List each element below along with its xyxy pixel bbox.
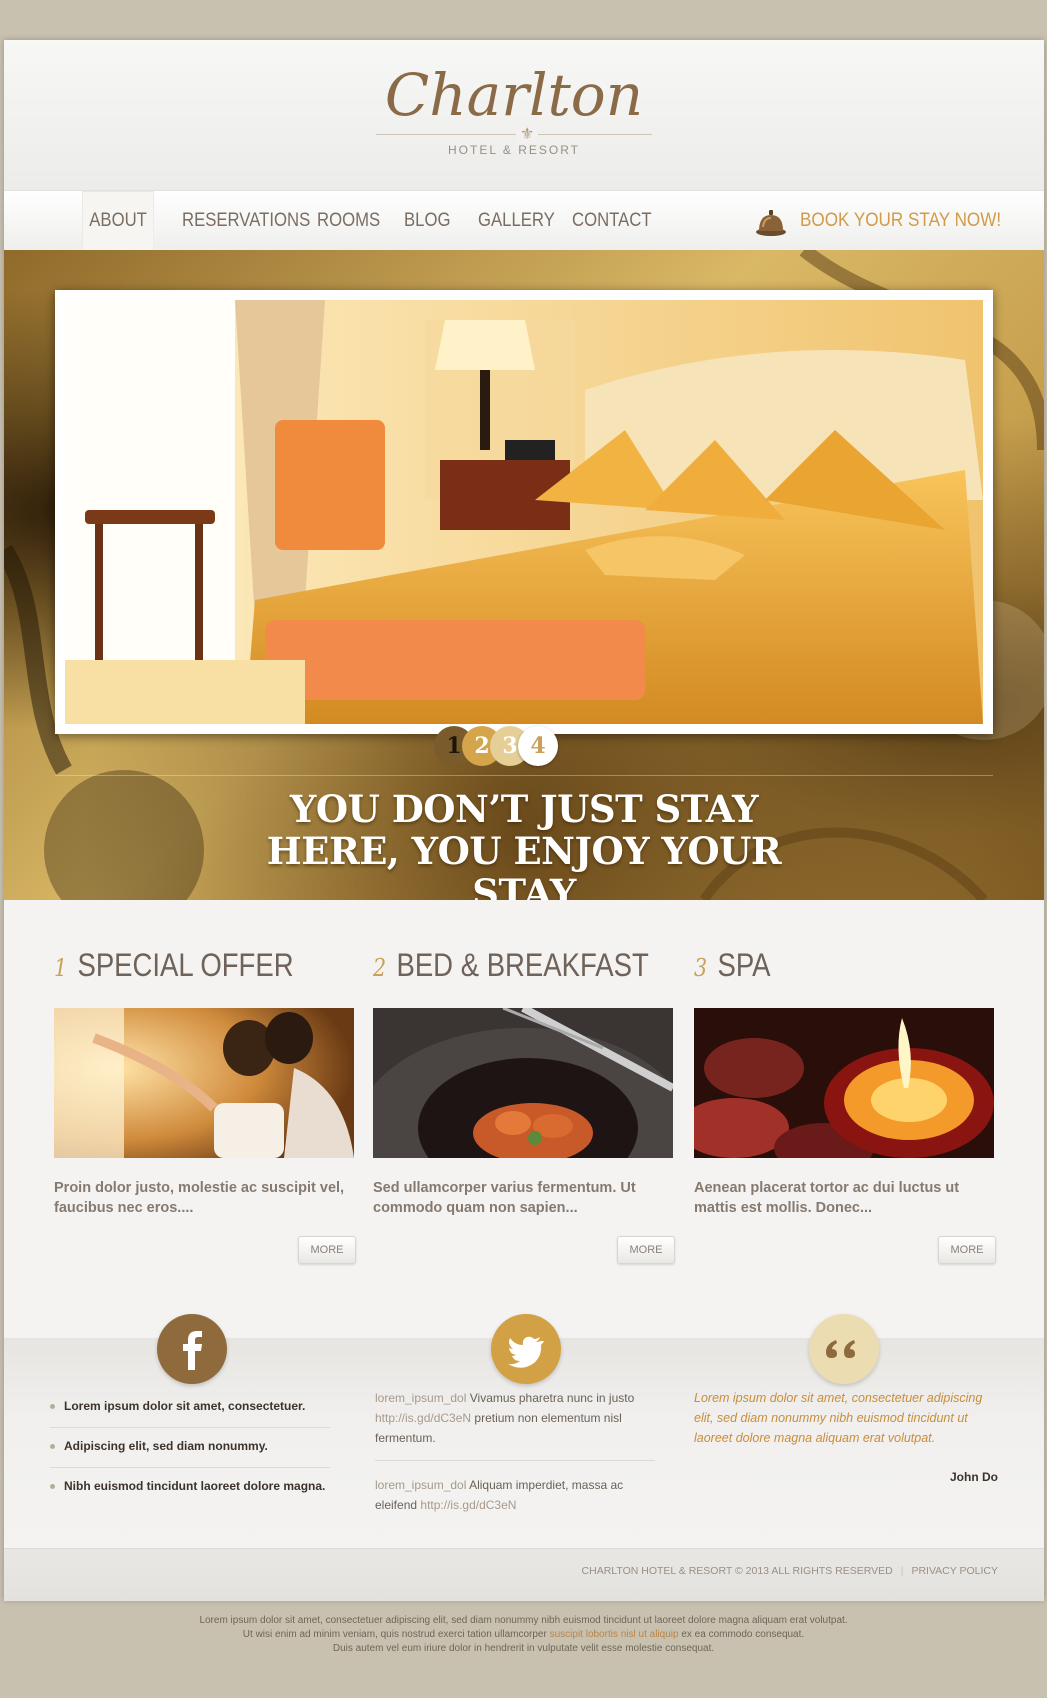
tweet: lorem_ipsum_dol Aliquam imperdiet, massa… — [375, 1475, 655, 1515]
bedroom-photo — [65, 300, 983, 724]
feature-title-text: BED & BREAKFAST — [396, 947, 649, 983]
nav-item-label: BLOG — [404, 210, 451, 231]
slide-dot-4[interactable]: 4 — [518, 726, 558, 766]
note-text: ex ea commodo consequat. — [681, 1629, 805, 1640]
list-item[interactable]: Adipiscing elit, sed diam nonummy. — [50, 1428, 330, 1468]
hero-slider: 1 2 3 4 YOU DON’T JUST STAY HERE, YOU EN… — [4, 250, 1044, 900]
tweet-divider — [375, 1460, 655, 1461]
feature-bed-breakfast: 2 BED & BREAKFAST Sed ullamcorper varius … — [373, 940, 675, 1264]
nav-item-about[interactable]: ABOUT — [82, 191, 155, 251]
logo[interactable]: Charlton ⚜ HOTEL & RESORT — [364, 60, 664, 157]
copyright-text: CHARLTON HOTEL & RESORT © 2013 ALL RIGHT… — [581, 1565, 893, 1577]
logo-divider: ⚜ — [376, 124, 652, 144]
feature-number: 3 — [694, 954, 708, 982]
testimonial-author: John Do — [950, 1470, 998, 1484]
feature-special-offer: 1 SPECIAL OFFER Proin dolor justo, molest… — [54, 940, 356, 1264]
feature-description: Aenean placerat tortor ac dui luctus ut … — [694, 1180, 960, 1216]
note-line-3: Duis autem vel eum iriure dolor in hendr… — [332, 1643, 715, 1654]
note-line-1: Lorem ipsum dolor sit amet, consectetuer… — [199, 1615, 848, 1626]
fleur-de-lis-icon: ⚜ — [516, 124, 539, 144]
list-item[interactable]: Nibh euismod tincidunt laoreet dolore ma… — [50, 1468, 330, 1508]
logo-name: Charlton — [384, 61, 644, 129]
tweet-user[interactable]: lorem_ipsum_dol — [375, 1478, 466, 1492]
footer-copyright: CHARLTON HOTEL & RESORT © 2013 ALL RIGHT… — [582, 1565, 998, 1577]
more-button[interactable]: MORE — [938, 1236, 996, 1264]
candles-photo[interactable] — [694, 1008, 994, 1158]
note-line-2: Ut wisi enim ad minim veniam, quis nostr… — [0, 1628, 1047, 1642]
feature-title[interactable]: 3 SPA — [694, 940, 952, 990]
bottom-note: Lorem ipsum dolor sit amet, consectetuer… — [0, 1614, 1047, 1656]
tweet-link[interactable]: http://is.gd/dC3eN — [420, 1498, 516, 1512]
facebook-feed: Lorem ipsum dolor sit amet, consectetuer… — [50, 1388, 330, 1508]
feature-number: 2 — [373, 954, 387, 982]
twitter-icon[interactable] — [491, 1314, 561, 1384]
nav-item-reservations[interactable]: RESERVATIONS — [182, 191, 310, 251]
tweet-link[interactable]: http://is.gd/dC3eN — [375, 1411, 471, 1425]
header: Charlton ⚜ HOTEL & RESORT — [4, 40, 1044, 190]
list-item[interactable]: Lorem ipsum dolor sit amet, consectetuer… — [50, 1388, 330, 1428]
testimonial-text: Lorem ipsum dolor sit amet, consectetuer… — [694, 1391, 983, 1445]
tagline-line-3: STAY — [472, 871, 576, 900]
hero-tagline: YOU DON’T JUST STAY HERE, YOU ENJOY YOUR… — [244, 788, 804, 900]
slide-frame — [55, 290, 993, 734]
note-text: Ut wisi enim ad minim veniam, quis nostr… — [242, 1629, 547, 1640]
feature-description: Sed ullamcorper varius fermentum. Ut com… — [373, 1180, 636, 1216]
feature-title[interactable]: 1 SPECIAL OFFER — [54, 940, 312, 990]
feature-title-text: SPECIAL OFFER — [77, 947, 294, 983]
nav-item-blog[interactable]: BLOG — [404, 191, 451, 251]
feature-title-text: SPA — [717, 947, 771, 983]
feature-spa: 3 SPA Aenean placerat tortor ac dui luctu… — [694, 940, 996, 1264]
tagline-line-1: YOU DON’T JUST STAY — [289, 787, 759, 831]
footer-separator: | — [900, 1565, 904, 1577]
couple-photo[interactable] — [54, 1008, 354, 1158]
more-button[interactable]: MORE — [298, 1236, 356, 1264]
tweet-user[interactable]: lorem_ipsum_dol — [375, 1391, 466, 1405]
nav-item-label: RESERVATIONS — [182, 210, 311, 231]
quote-icon — [809, 1314, 879, 1384]
hero-divider — [55, 775, 993, 776]
feature-description: Proin dolor justo, molestie ac suscipit … — [54, 1180, 345, 1216]
footer: CHARLTON HOTEL & RESORT © 2013 ALL RIGHT… — [4, 1548, 1044, 1601]
social-section: Lorem ipsum dolor sit amet, consectetuer… — [4, 1314, 1044, 1548]
nav-item-label: GALLERY — [478, 210, 555, 231]
nav-item-label: ABOUT — [89, 210, 147, 231]
feature-number: 1 — [54, 954, 68, 982]
twitter-feed: lorem_ipsum_dol Vivamus pharetra nunc in… — [375, 1388, 655, 1515]
nav-item-label: ROOMS — [317, 210, 381, 231]
feature-title[interactable]: 2 BED & BREAKFAST — [373, 940, 649, 990]
nav-item-contact[interactable]: CONTACT — [572, 191, 652, 251]
logo-subtitle: HOTEL & RESORT — [447, 143, 581, 157]
tweet-text: Vivamus pharetra nunc in justo — [469, 1391, 635, 1405]
more-button[interactable]: MORE — [617, 1236, 675, 1264]
tagline-line-2: HERE, YOU ENJOY YOUR — [266, 829, 782, 873]
note-link[interactable]: suscipit lobortis nisl ut aliquip — [550, 1629, 679, 1640]
bell-icon — [756, 210, 786, 236]
book-stay-link[interactable]: BOOK YOUR STAY NOW! — [754, 199, 1023, 243]
nav-item-label: CONTACT — [572, 210, 652, 231]
nav-item-rooms[interactable]: ROOMS — [317, 191, 380, 251]
food-photo[interactable] — [373, 1008, 673, 1158]
facebook-icon[interactable] — [157, 1314, 227, 1384]
page-container: Charlton ⚜ HOTEL & RESORT ABOUT RESERVAT… — [4, 40, 1044, 1601]
main-nav: ABOUT RESERVATIONS ROOMS BLOG GALLERY CO… — [4, 190, 1044, 252]
privacy-policy-link[interactable]: PRIVACY POLICY — [911, 1565, 998, 1577]
tweet: lorem_ipsum_dol Vivamus pharetra nunc in… — [375, 1388, 655, 1448]
book-stay-label: BOOK YOUR STAY NOW! — [800, 210, 1002, 231]
nav-item-gallery[interactable]: GALLERY — [478, 191, 555, 251]
